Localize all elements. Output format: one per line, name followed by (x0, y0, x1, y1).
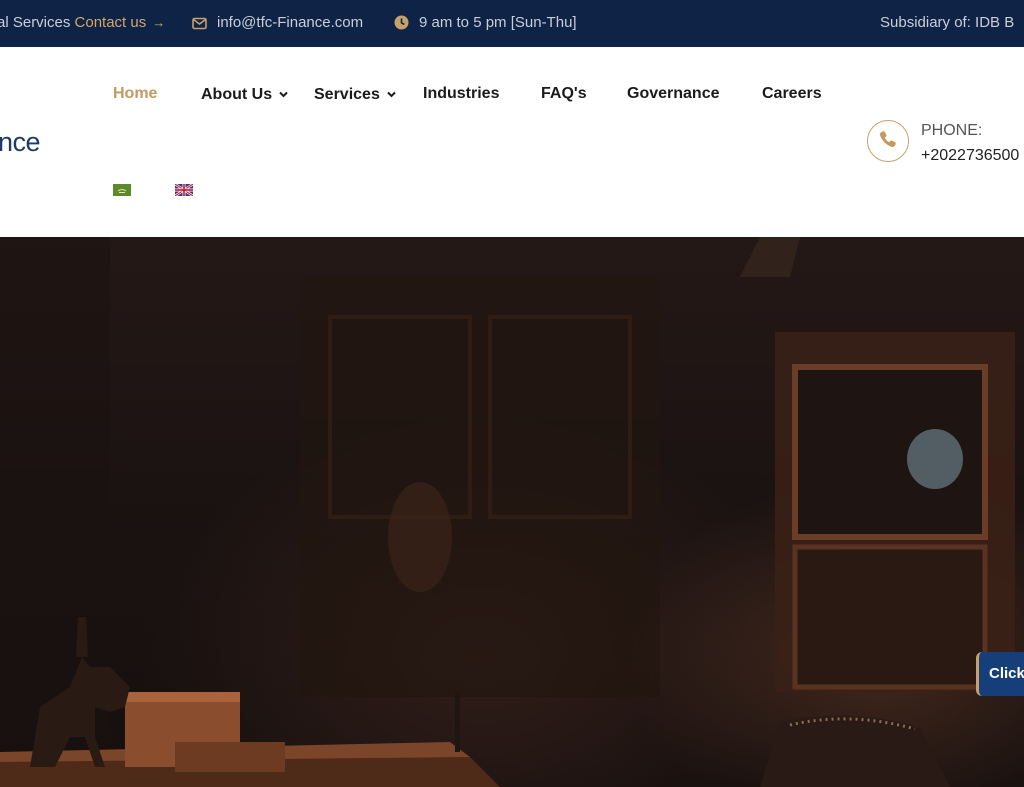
site-header: nce Home About Us Services Industries FA… (0, 47, 1024, 237)
envelope-icon (192, 17, 207, 34)
phone-number[interactable]: +2022736500 (921, 147, 1019, 165)
logo[interactable]: nce (0, 127, 41, 158)
nav-careers[interactable]: Careers (762, 85, 822, 103)
services-text: al Services (0, 14, 71, 31)
nav-services-label: Services (314, 86, 380, 103)
uk-flag-icon[interactable] (174, 183, 194, 197)
hero-office-image (0, 237, 1015, 787)
hero-banner: Click (0, 237, 1024, 787)
arrow-right-icon: → (152, 15, 166, 30)
nav-services[interactable]: Services (314, 85, 396, 104)
office-hours: 9 am to 5 pm [Sun-Thu] (394, 14, 577, 34)
nav-governance[interactable]: Governance (627, 85, 719, 103)
click-side-tab[interactable]: Click (976, 652, 1024, 696)
hours-text: 9 am to 5 pm [Sun-Thu] (419, 14, 577, 31)
arabic-flag-icon[interactable] (113, 183, 131, 196)
nav-faqs[interactable]: FAQ's (541, 85, 587, 103)
phone-icon-button[interactable] (867, 120, 909, 162)
services-contact-text: al Services Contact us → (0, 14, 165, 31)
phone-icon (878, 129, 898, 154)
chevron-down-icon (387, 85, 396, 103)
contact-us-link[interactable]: Contact us (75, 14, 147, 31)
email-info[interactable]: info@tfc-Finance.com (192, 14, 363, 34)
top-info-bar: al Services Contact us → info@tfc-Finance… (0, 0, 1024, 47)
clock-icon (394, 15, 409, 34)
nav-home[interactable]: Home (113, 85, 157, 103)
nav-industries[interactable]: Industries (423, 85, 499, 103)
phone-label: PHONE: (921, 122, 983, 139)
email-text: info@tfc-Finance.com (217, 14, 364, 31)
nav-about-us[interactable]: About Us (201, 85, 288, 104)
subsidiary-text: Subsidiary of: IDB B (880, 14, 1015, 31)
nav-about-us-label: About Us (201, 86, 273, 103)
chevron-down-icon (279, 85, 288, 103)
